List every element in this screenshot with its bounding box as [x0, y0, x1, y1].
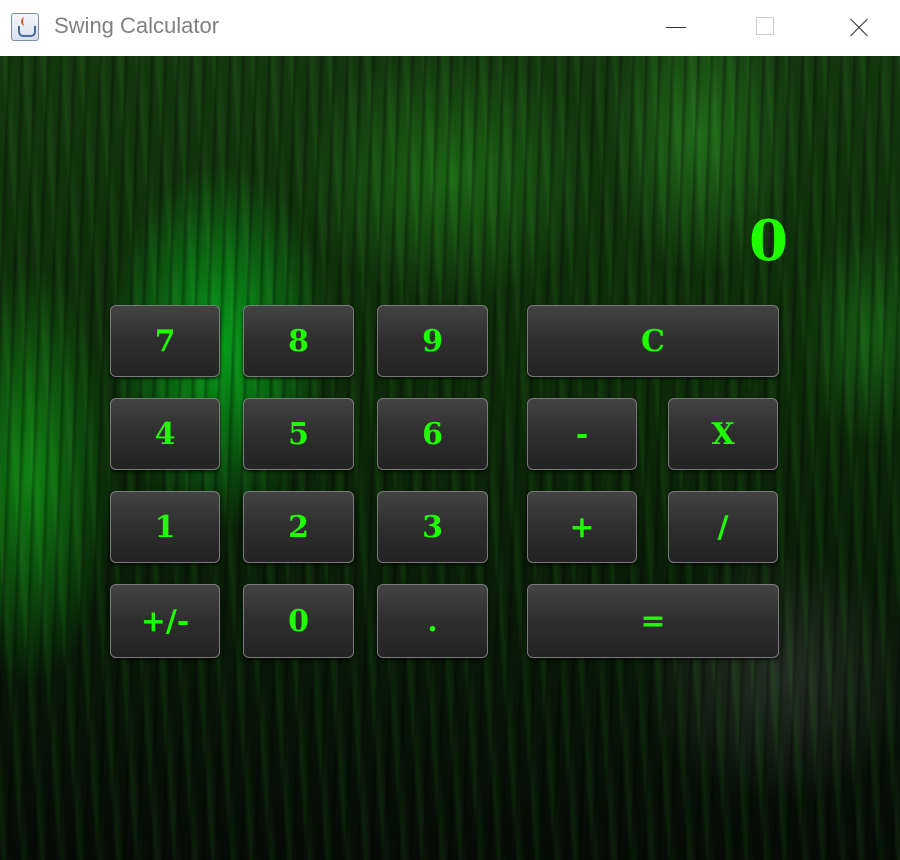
- key-2-button[interactable]: 2: [243, 491, 354, 563]
- equals-button[interactable]: =: [527, 584, 779, 658]
- close-icon[interactable]: [828, 0, 888, 56]
- negate-button[interactable]: +/-: [110, 584, 220, 658]
- key-4-button[interactable]: 4: [110, 398, 220, 470]
- plus-button[interactable]: +: [527, 491, 637, 563]
- key-8-button[interactable]: 8: [243, 305, 354, 377]
- key-7-button[interactable]: 7: [110, 305, 220, 377]
- key-6-button[interactable]: 6: [377, 398, 488, 470]
- decimal-button[interactable]: .: [377, 584, 488, 658]
- minus-button[interactable]: -: [527, 398, 637, 470]
- java-icon[interactable]: [11, 13, 39, 41]
- divide-button[interactable]: /: [668, 491, 778, 563]
- title-bar: Swing Calculator: [0, 0, 900, 56]
- key-0-button[interactable]: 0: [243, 584, 354, 658]
- minimize-icon[interactable]: [646, 0, 706, 56]
- key-3-button[interactable]: 3: [377, 491, 488, 563]
- key-1-button[interactable]: 1: [110, 491, 220, 563]
- maximize-icon: [736, 0, 796, 56]
- key-5-button[interactable]: 5: [243, 398, 354, 470]
- key-9-button[interactable]: 9: [377, 305, 488, 377]
- calculator-window: Swing Calculator 0 7 8 9 C 4 5 6 - X 1 2…: [0, 0, 900, 860]
- clear-button[interactable]: C: [527, 305, 779, 377]
- window-title: Swing Calculator: [54, 13, 220, 38]
- calculator-panel: 0 7 8 9 C 4 5 6 - X 1 2 3 + / +/- 0 . =: [0, 56, 900, 860]
- result-display: 0: [749, 208, 788, 274]
- multiply-button[interactable]: X: [668, 398, 778, 470]
